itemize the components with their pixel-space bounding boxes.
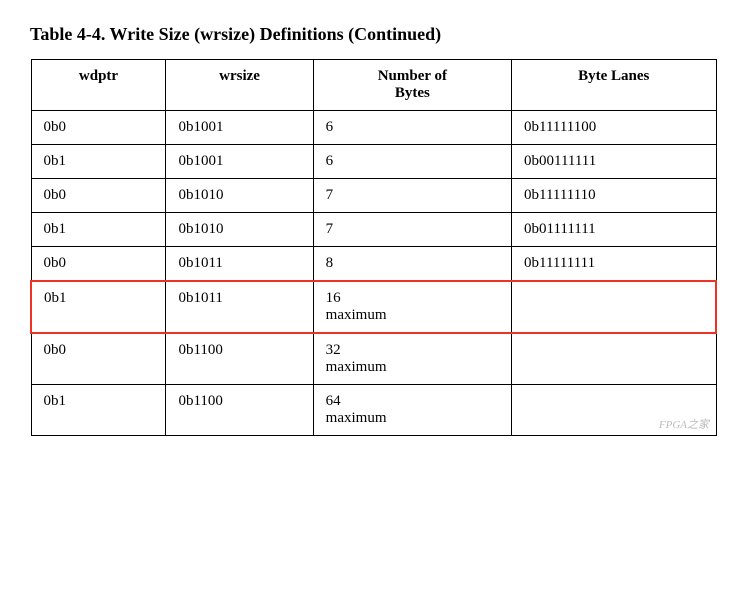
- cell-byte_lanes: 0b00111111: [512, 145, 716, 179]
- cell-num_bytes: 64maximum: [313, 385, 511, 436]
- watermark-label: FPGA之家: [659, 416, 709, 432]
- cell-num_bytes: 7: [313, 179, 511, 213]
- cell-wdptr: 0b0: [31, 111, 166, 145]
- cell-wrsize: 0b1011: [166, 281, 313, 333]
- cell-byte_lanes: [512, 281, 716, 333]
- cell-wdptr: 0b0: [31, 179, 166, 213]
- cell-wdptr: 0b1: [31, 281, 166, 333]
- cell-wrsize: 0b1010: [166, 179, 313, 213]
- cell-num_bytes: 6: [313, 111, 511, 145]
- cell-wrsize: 0b1011: [166, 247, 313, 282]
- table-row: 0b00b101180b11111111: [31, 247, 716, 282]
- col-header-wdptr: wdptr: [31, 60, 166, 111]
- wrsize-table: wdptr wrsize Number ofBytes Byte Lanes 0…: [30, 59, 717, 436]
- table-row: 0b10b110064maximum: [31, 385, 716, 436]
- page-title: Table 4-4. Write Size (wrsize) Definitio…: [30, 24, 717, 45]
- table-row: 0b00b110032maximum: [31, 333, 716, 385]
- col-header-wrsize: wrsize: [166, 60, 313, 111]
- table-row: 0b00b101070b11111110: [31, 179, 716, 213]
- cell-wrsize: 0b1010: [166, 213, 313, 247]
- cell-wrsize: 0b1001: [166, 111, 313, 145]
- cell-byte_lanes: 0b01111111: [512, 213, 716, 247]
- col-header-num-bytes: Number ofBytes: [313, 60, 511, 111]
- cell-wdptr: 0b0: [31, 247, 166, 282]
- cell-num_bytes: 7: [313, 213, 511, 247]
- cell-num_bytes: 16maximum: [313, 281, 511, 333]
- cell-wdptr: 0b0: [31, 333, 166, 385]
- cell-byte_lanes: 0b11111110: [512, 179, 716, 213]
- cell-byte_lanes: [512, 333, 716, 385]
- cell-wdptr: 0b1: [31, 385, 166, 436]
- cell-num_bytes: 8: [313, 247, 511, 282]
- cell-wdptr: 0b1: [31, 213, 166, 247]
- table-row: 0b10b101070b01111111: [31, 213, 716, 247]
- col-header-byte-lanes: Byte Lanes: [512, 60, 716, 111]
- table-row: 0b00b100160b11111100: [31, 111, 716, 145]
- table-row: 0b10b101116maximum: [31, 281, 716, 333]
- cell-num_bytes: 6: [313, 145, 511, 179]
- cell-wdptr: 0b1: [31, 145, 166, 179]
- cell-wrsize: 0b1100: [166, 385, 313, 436]
- cell-byte_lanes: 0b11111111: [512, 247, 716, 282]
- table-header-row: wdptr wrsize Number ofBytes Byte Lanes: [31, 60, 716, 111]
- table-row: 0b10b100160b00111111: [31, 145, 716, 179]
- cell-num_bytes: 32maximum: [313, 333, 511, 385]
- cell-byte_lanes: 0b11111100: [512, 111, 716, 145]
- cell-wrsize: 0b1001: [166, 145, 313, 179]
- cell-wrsize: 0b1100: [166, 333, 313, 385]
